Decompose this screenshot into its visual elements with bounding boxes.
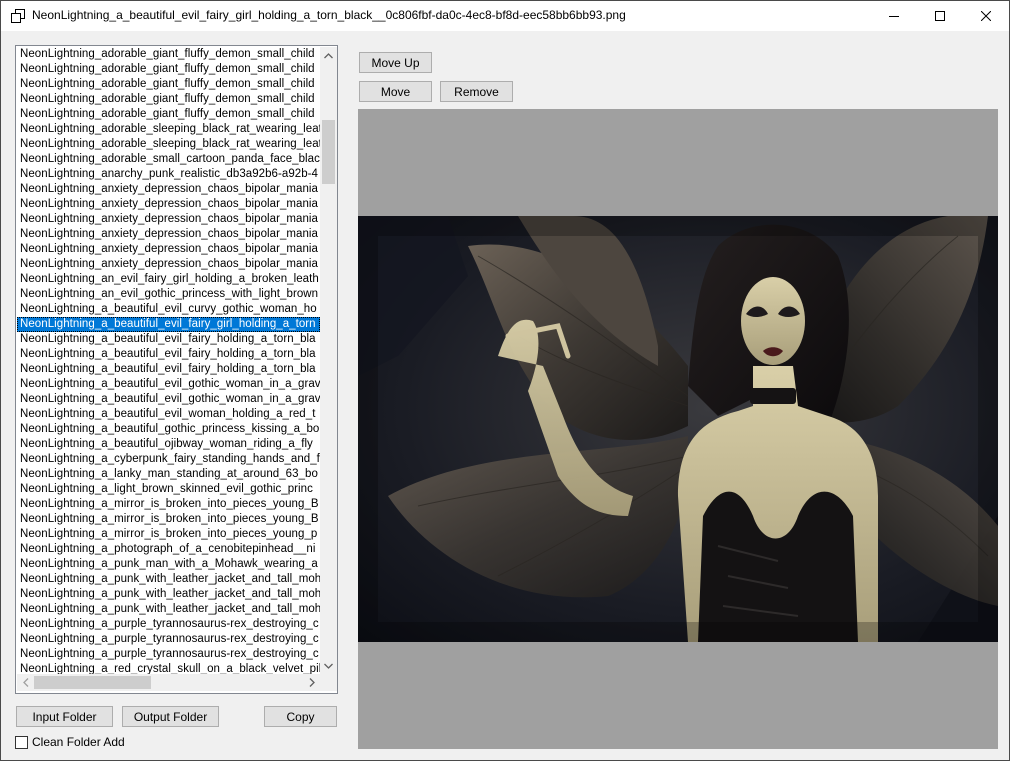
list-item[interactable]: NeonLightning_a_mirror_is_broken_into_pi… bbox=[17, 512, 320, 527]
list-item[interactable]: NeonLightning_a_light_brown_skinned_evil… bbox=[17, 482, 320, 497]
list-item[interactable]: NeonLightning_a_beautiful_evil_fairy_gir… bbox=[17, 317, 320, 332]
move-button[interactable]: Move bbox=[359, 81, 432, 102]
list-item[interactable]: NeonLightning_a_mirror_is_broken_into_pi… bbox=[17, 527, 320, 542]
list-item[interactable]: NeonLightning_adorable_giant_fluffy_demo… bbox=[17, 47, 320, 62]
horizontal-scroll-thumb[interactable] bbox=[34, 676, 151, 689]
scroll-left-arrow[interactable] bbox=[17, 674, 34, 691]
chevron-down-icon bbox=[324, 663, 333, 669]
list-item[interactable]: NeonLightning_adorable_giant_fluffy_demo… bbox=[17, 77, 320, 92]
scroll-right-arrow[interactable] bbox=[303, 674, 320, 691]
file-listbox[interactable]: NeonLightning_adorable_giant_fluffy_demo… bbox=[15, 45, 338, 694]
list-item[interactable]: NeonLightning_a_photograph_of_a_cenobite… bbox=[17, 542, 320, 557]
input-folder-button[interactable]: Input Folder bbox=[16, 706, 113, 727]
list-item[interactable]: NeonLightning_anarchy_punk_realistic_db3… bbox=[17, 167, 320, 182]
list-item[interactable]: NeonLightning_a_beautiful_evil_gothic_wo… bbox=[17, 377, 320, 392]
list-item[interactable]: NeonLightning_a_beautiful_ojibway_woman_… bbox=[17, 437, 320, 452]
close-button[interactable] bbox=[963, 1, 1009, 31]
horizontal-scrollbar[interactable] bbox=[17, 674, 320, 691]
app-icon bbox=[11, 9, 25, 23]
list-item[interactable]: NeonLightning_anxiety_depression_chaos_b… bbox=[17, 182, 320, 197]
list-item[interactable]: NeonLightning_adorable_small_cartoon_pan… bbox=[17, 152, 320, 167]
list-item[interactable]: NeonLightning_a_purple_tyrannosaurus-rex… bbox=[17, 647, 320, 662]
list-item[interactable]: NeonLightning_a_beautiful_gothic_princes… bbox=[17, 422, 320, 437]
list-item[interactable]: NeonLightning_anxiety_depression_chaos_b… bbox=[17, 212, 320, 227]
list-item[interactable]: NeonLightning_a_beautiful_evil_curvy_got… bbox=[17, 302, 320, 317]
vertical-scroll-thumb[interactable] bbox=[322, 120, 335, 184]
list-item[interactable]: NeonLightning_a_beautiful_evil_gothic_wo… bbox=[17, 392, 320, 407]
list-item[interactable]: NeonLightning_a_punk_with_leather_jacket… bbox=[17, 587, 320, 602]
list-item[interactable]: NeonLightning_adorable_giant_fluffy_demo… bbox=[17, 92, 320, 107]
list-item[interactable]: NeonLightning_a_mirror_is_broken_into_pi… bbox=[17, 497, 320, 512]
app-window: NeonLightning_a_beautiful_evil_fairy_gir… bbox=[0, 0, 1010, 761]
move-up-button[interactable]: Move Up bbox=[359, 52, 432, 73]
close-icon bbox=[981, 11, 991, 21]
vertical-scrollbar[interactable] bbox=[320, 47, 337, 674]
list-item[interactable]: NeonLightning_a_cyberpunk_fairy_standing… bbox=[17, 452, 320, 467]
clean-folder-add-label: Clean Folder Add bbox=[32, 735, 125, 749]
list-item[interactable]: NeonLightning_a_lanky_man_standing_at_ar… bbox=[17, 467, 320, 482]
scroll-down-arrow[interactable] bbox=[320, 657, 337, 674]
fairy-portrait-image bbox=[358, 216, 998, 642]
chevron-up-icon bbox=[324, 52, 333, 58]
output-folder-button[interactable]: Output Folder bbox=[122, 706, 219, 727]
scroll-up-arrow[interactable] bbox=[320, 47, 337, 64]
list-item[interactable]: NeonLightning_a_beautiful_evil_fairy_hol… bbox=[17, 347, 320, 362]
list-item[interactable]: NeonLightning_anxiety_depression_chaos_b… bbox=[17, 227, 320, 242]
window-title: NeonLightning_a_beautiful_evil_fairy_gir… bbox=[32, 8, 626, 22]
list-item[interactable]: NeonLightning_adorable_sleeping_black_ra… bbox=[17, 137, 320, 152]
list-item[interactable]: NeonLightning_a_beautiful_evil_fairy_hol… bbox=[17, 362, 320, 377]
list-item[interactable]: NeonLightning_a_punk_man_with_a_Mohawk_w… bbox=[17, 557, 320, 572]
image-preview-panel bbox=[358, 109, 998, 749]
scroll-corner bbox=[320, 674, 337, 691]
preview-image bbox=[358, 216, 998, 642]
list-item[interactable]: NeonLightning_an_evil_gothic_princess_wi… bbox=[17, 287, 320, 302]
list-item[interactable]: NeonLightning_adorable_giant_fluffy_demo… bbox=[17, 62, 320, 77]
list-item[interactable]: NeonLightning_adorable_sleeping_black_ra… bbox=[17, 122, 320, 137]
maximize-button[interactable] bbox=[917, 1, 963, 31]
list-item[interactable]: NeonLightning_a_beautiful_evil_woman_hol… bbox=[17, 407, 320, 422]
list-item[interactable]: NeonLightning_anxiety_depression_chaos_b… bbox=[17, 242, 320, 257]
minimize-icon bbox=[889, 16, 899, 17]
list-item[interactable]: NeonLightning_a_red_crystal_skull_on_a_b… bbox=[17, 662, 320, 674]
clean-folder-add-option[interactable]: Clean Folder Add bbox=[15, 734, 125, 750]
list-item[interactable]: NeonLightning_anxiety_depression_chaos_b… bbox=[17, 257, 320, 272]
file-list-items: NeonLightning_adorable_giant_fluffy_demo… bbox=[17, 47, 320, 674]
list-item[interactable]: NeonLightning_a_purple_tyrannosaurus-rex… bbox=[17, 632, 320, 647]
list-item[interactable]: NeonLightning_a_punk_with_leather_jacket… bbox=[17, 572, 320, 587]
minimize-button[interactable] bbox=[871, 1, 917, 31]
list-item[interactable]: NeonLightning_a_beautiful_evil_fairy_hol… bbox=[17, 332, 320, 347]
title-bar[interactable]: NeonLightning_a_beautiful_evil_fairy_gir… bbox=[1, 1, 1009, 31]
list-item[interactable]: NeonLightning_a_punk_with_leather_jacket… bbox=[17, 602, 320, 617]
list-item[interactable]: NeonLightning_anxiety_depression_chaos_b… bbox=[17, 197, 320, 212]
chevron-right-icon bbox=[309, 678, 315, 687]
remove-button[interactable]: Remove bbox=[440, 81, 513, 102]
list-item[interactable]: NeonLightning_an_evil_fairy_girl_holding… bbox=[17, 272, 320, 287]
copy-button[interactable]: Copy bbox=[264, 706, 337, 727]
chevron-left-icon bbox=[22, 678, 28, 687]
list-item[interactable]: NeonLightning_adorable_giant_fluffy_demo… bbox=[17, 107, 320, 122]
clean-folder-add-checkbox[interactable] bbox=[15, 735, 28, 749]
maximize-icon bbox=[935, 11, 945, 21]
list-item[interactable]: NeonLightning_a_purple_tyrannosaurus-rex… bbox=[17, 617, 320, 632]
